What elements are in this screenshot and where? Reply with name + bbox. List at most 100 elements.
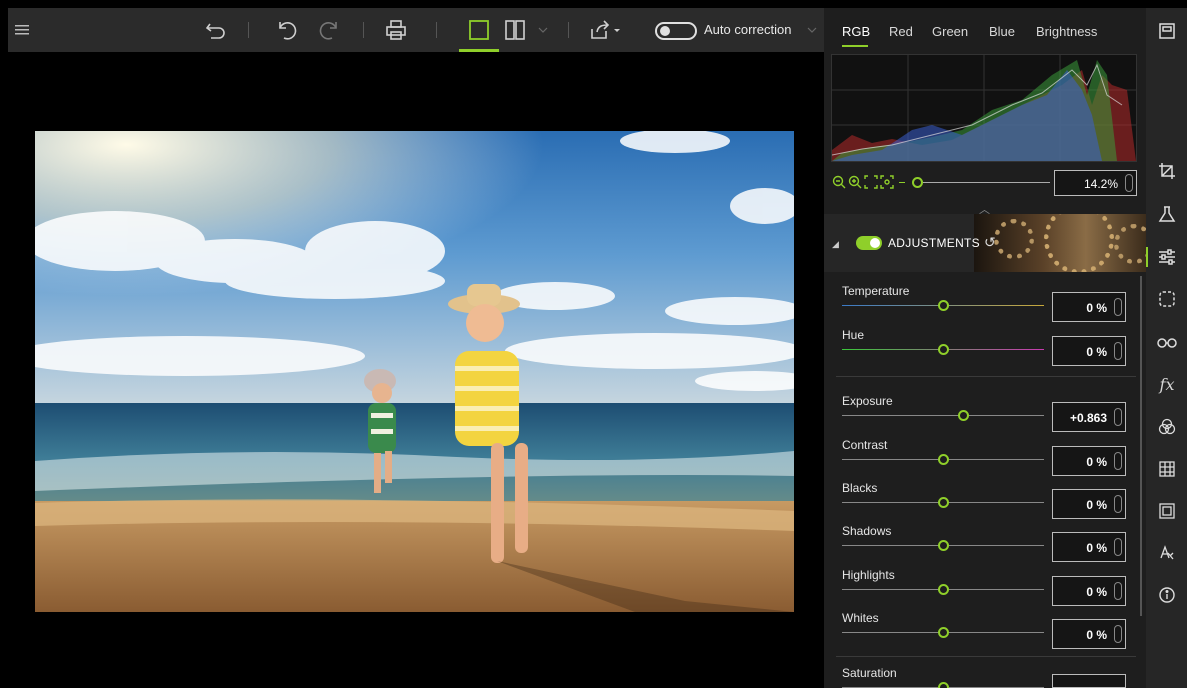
selection-icon[interactable]	[1156, 288, 1178, 310]
slider-label: Temperature	[842, 284, 910, 298]
auto-correction-toggle[interactable]	[655, 22, 697, 40]
slider-temperature: Temperature 0 %	[840, 284, 1140, 326]
slider-value-field[interactable]: 0 %	[1052, 576, 1126, 606]
effects-fx-icon[interactable]: fx	[1156, 373, 1178, 395]
flask-icon[interactable]	[1156, 203, 1178, 225]
slider-knob[interactable]	[938, 497, 949, 508]
zoom-out-icon[interactable]	[832, 175, 846, 189]
undo-icon[interactable]	[274, 8, 300, 52]
collapse-triangle-icon[interactable]: ◢	[832, 239, 839, 250]
spinner-icon[interactable]	[1114, 452, 1122, 470]
slider-value-field[interactable]	[1052, 674, 1126, 688]
texture-icon[interactable]	[1156, 458, 1178, 480]
menu-icon[interactable]	[8, 8, 36, 52]
slider-label: Contrast	[842, 438, 888, 452]
zoom-actual-icon[interactable]	[880, 175, 894, 189]
adjustments-title: ADJUSTMENTS	[888, 236, 980, 250]
adjustments-icon[interactable]	[1156, 246, 1178, 268]
photo	[35, 131, 794, 612]
spinner-icon[interactable]	[1114, 408, 1122, 426]
slider-label: Shadows	[842, 524, 892, 538]
auto-correction-label: Auto correction	[704, 22, 792, 37]
red-eye-icon[interactable]	[1156, 331, 1178, 353]
tool-strip: fx	[1146, 8, 1187, 688]
fit-icon[interactable]	[864, 175, 878, 189]
zoom-spinner-icon[interactable]	[1125, 174, 1133, 192]
panel-scrollbar[interactable]	[1140, 276, 1142, 616]
adjustments-toggle[interactable]	[856, 236, 882, 250]
slider-saturation: Saturation	[840, 666, 1140, 688]
slider-shadows: Shadows 0 %	[840, 524, 1140, 566]
zoom-value-field[interactable]: 14.2%	[1054, 170, 1137, 196]
slider-value: 0 %	[1086, 455, 1107, 469]
color-mix-icon[interactable]	[1156, 416, 1178, 438]
slider-knob[interactable]	[938, 300, 949, 311]
slider-value: 0 %	[1086, 628, 1107, 642]
info-icon[interactable]	[1156, 584, 1178, 606]
slider-value: 0 %	[1086, 585, 1107, 599]
slider-label: Blacks	[842, 481, 878, 495]
spinner-icon[interactable]	[1114, 625, 1122, 643]
section-divider	[836, 656, 1136, 657]
slider-contrast: Contrast 0 %	[840, 438, 1140, 480]
slider-label: Exposure	[842, 394, 893, 408]
reset-icon[interactable]: ↺	[984, 234, 996, 251]
spinner-icon[interactable]	[1114, 538, 1122, 556]
auto-correction-dropdown-icon[interactable]	[804, 8, 820, 52]
slider-knob[interactable]	[938, 540, 949, 551]
slider-knob[interactable]	[958, 410, 970, 421]
tab-blue[interactable]: Blue	[989, 24, 1015, 39]
compare-view-icon[interactable]	[501, 8, 529, 52]
spinner-icon[interactable]	[1114, 298, 1122, 316]
active-tab-indicator	[842, 45, 868, 47]
redo-icon[interactable]	[316, 8, 342, 52]
slider-label: Highlights	[842, 568, 895, 582]
tab-red[interactable]: Red	[889, 24, 913, 39]
zoom-slider-track[interactable]	[923, 182, 1050, 183]
section-divider	[836, 376, 1136, 377]
crop-icon[interactable]	[1156, 160, 1178, 182]
slider-knob[interactable]	[938, 627, 949, 638]
slider-value: 0 %	[1086, 541, 1107, 555]
slider-value-field[interactable]: 0 %	[1052, 446, 1126, 476]
text-icon[interactable]	[1156, 542, 1178, 564]
slider-knob[interactable]	[938, 584, 949, 595]
print-icon[interactable]	[382, 8, 410, 52]
slider-hue: Hue 0 %	[840, 328, 1140, 370]
slider-value-field[interactable]: 0 %	[1052, 489, 1126, 519]
top-toolbar: Auto correction	[8, 8, 824, 52]
slider-value-field[interactable]: 0 %	[1052, 292, 1126, 322]
image-canvas[interactable]	[8, 52, 824, 688]
slider-track[interactable]	[842, 415, 1044, 416]
slider-knob[interactable]	[938, 344, 949, 355]
slider-knob[interactable]	[938, 682, 949, 688]
slider-value: 0 %	[1086, 345, 1107, 359]
share-icon[interactable]	[586, 8, 626, 52]
slider-value-field[interactable]: +0.863	[1052, 402, 1126, 432]
zoom-in-icon[interactable]	[848, 175, 862, 189]
spinner-icon[interactable]	[1114, 582, 1122, 600]
undo-all-icon[interactable]	[203, 8, 229, 52]
spinner-icon[interactable]	[1114, 342, 1122, 360]
single-view-icon[interactable]	[459, 8, 499, 52]
slider-exposure: Exposure +0.863	[840, 394, 1140, 436]
tab-rgb[interactable]: RGB	[842, 24, 870, 39]
slider-value-field[interactable]: 0 %	[1052, 336, 1126, 366]
slider-highlights: Highlights 0 %	[840, 568, 1140, 610]
tab-brightness[interactable]: Brightness	[1036, 24, 1097, 39]
slider-value-field[interactable]: 0 %	[1052, 532, 1126, 562]
histogram-tabs: RGB Red Green Blue Brightness	[824, 8, 1146, 52]
frame-icon[interactable]	[1156, 500, 1178, 522]
zoom-minus-mark	[899, 182, 905, 183]
zoom-value: 14.2%	[1083, 177, 1118, 191]
tab-green[interactable]: Green	[932, 24, 968, 39]
zoom-slider-knob[interactable]	[912, 177, 923, 188]
slider-label: Hue	[842, 328, 865, 342]
gears-banner	[974, 214, 1146, 272]
slider-value-field[interactable]: 0 %	[1052, 619, 1126, 649]
view-dropdown-icon[interactable]	[535, 8, 551, 52]
panel-toggle-icon[interactable]	[1156, 20, 1178, 42]
slider-knob[interactable]	[938, 454, 949, 465]
adjustments-header[interactable]: ◢ ADJUSTMENTS ↺	[824, 214, 1146, 272]
spinner-icon[interactable]	[1114, 495, 1122, 513]
